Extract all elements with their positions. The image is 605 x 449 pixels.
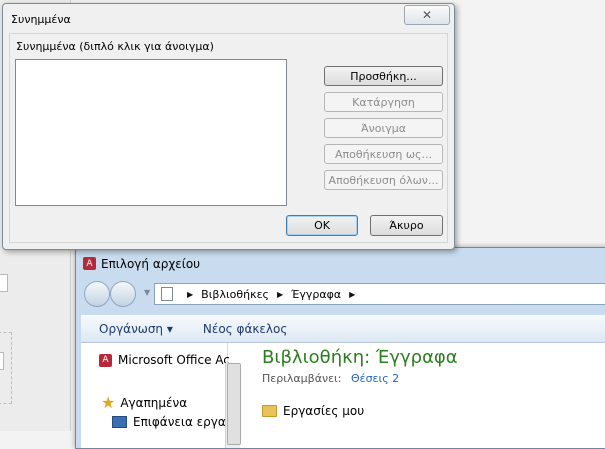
library-includes: Περιλαμβάνει: Θέσεις 2 bbox=[262, 372, 399, 385]
history-dropdown-icon[interactable]: ▼ bbox=[144, 288, 150, 297]
folder-icon bbox=[262, 405, 277, 417]
chevron-right-icon: ▶ bbox=[277, 289, 284, 299]
breadcrumb-documents[interactable]: Έγγραφα bbox=[291, 288, 341, 301]
chevron-right-icon[interactable]: ▶ bbox=[349, 290, 355, 299]
file-picker-title: Επιλογή αρχείου bbox=[101, 257, 201, 271]
save-all-button[interactable]: Αποθήκευση όλων... bbox=[324, 170, 443, 190]
command-bar: Οργάνωση ▾ Νέος φάκελος bbox=[81, 315, 605, 343]
nav-item-favorites[interactable]: ★ Αγαπημένα bbox=[101, 393, 187, 412]
back-button[interactable] bbox=[84, 281, 110, 307]
scrollbar-thumb[interactable] bbox=[227, 363, 241, 445]
file-picker-content: A Microsoft Office Ac ★ Αγαπημένα Επιφάν… bbox=[81, 343, 605, 448]
close-icon: ✕ bbox=[421, 8, 433, 22]
background-widget bbox=[0, 274, 8, 292]
new-folder-button[interactable]: Νέος φάκελος bbox=[203, 322, 288, 336]
desktop-icon bbox=[112, 416, 127, 428]
ok-button[interactable]: OK bbox=[286, 215, 358, 236]
breadcrumb-libraries[interactable]: Βιβλιοθήκες bbox=[201, 288, 269, 301]
open-button[interactable]: Άνοιγμα bbox=[324, 118, 443, 138]
attachments-list[interactable] bbox=[15, 59, 287, 206]
navigation-bar: ▼ ▶ Βιβλιοθήκες ▶ Έγγραφα ▶ bbox=[84, 281, 605, 307]
attachments-dialog: Συνημμένα ✕ Συνημμένα (διπλό κλικ για άν… bbox=[2, 3, 455, 250]
cancel-button[interactable]: Άκυρο bbox=[370, 215, 443, 236]
documents-icon bbox=[161, 287, 173, 301]
organize-menu[interactable]: Οργάνωση ▾ bbox=[99, 322, 173, 336]
add-button[interactable]: Προσθήκη... bbox=[324, 66, 443, 86]
library-locations-link[interactable]: Θέσεις 2 bbox=[351, 372, 399, 385]
address-bar[interactable]: ▶ Βιβλιοθήκες ▶ Έγγραφα ▶ bbox=[154, 283, 605, 305]
star-icon: ★ bbox=[101, 393, 116, 412]
nav-scrollbar[interactable] bbox=[225, 363, 241, 448]
nav-item-desktop-label: Επιφάνεια εργασ bbox=[133, 415, 234, 429]
dialog-body: Συνημμένα (διπλό κλικ για άνοιγμα) Προσθ… bbox=[9, 33, 448, 243]
office-app-icon: A bbox=[83, 257, 96, 270]
office-app-icon: A bbox=[99, 353, 112, 367]
library-title: Βιβλιοθήκη: Έγγραφα bbox=[262, 347, 458, 368]
navigation-pane: A Microsoft Office Ac ★ Αγαπημένα Επιφάν… bbox=[81, 343, 241, 448]
forward-button[interactable] bbox=[110, 281, 136, 307]
close-button[interactable]: ✕ bbox=[404, 5, 450, 25]
library-includes-label: Περιλαμβάνει: bbox=[262, 372, 342, 385]
file-picker-window: A Επιλογή αρχείου ▼ ▶ Βιβλιοθήκες ▶ Έγγρ… bbox=[75, 247, 605, 449]
nav-item-desktop[interactable]: Επιφάνεια εργασ bbox=[112, 415, 233, 429]
dialog-title: Συνημμένα bbox=[11, 13, 71, 26]
file-item[interactable]: Εργασίες μου bbox=[262, 404, 364, 418]
nav-item-office-label: Microsoft Office Ac bbox=[118, 353, 230, 367]
background-widget-2 bbox=[0, 352, 4, 370]
save-as-button[interactable]: Αποθήκευση ως... bbox=[324, 144, 443, 164]
chevron-right-icon: ▶ bbox=[187, 289, 194, 299]
attachments-list-label: Συνημμένα (διπλό κλικ για άνοιγμα) bbox=[16, 40, 214, 53]
remove-button[interactable]: Κατάργηση bbox=[324, 92, 443, 112]
nav-item-favorites-label: Αγαπημένα bbox=[120, 395, 188, 410]
nav-item-office[interactable]: A Microsoft Office Ac bbox=[99, 353, 230, 367]
file-item-label: Εργασίες μου bbox=[283, 404, 365, 418]
